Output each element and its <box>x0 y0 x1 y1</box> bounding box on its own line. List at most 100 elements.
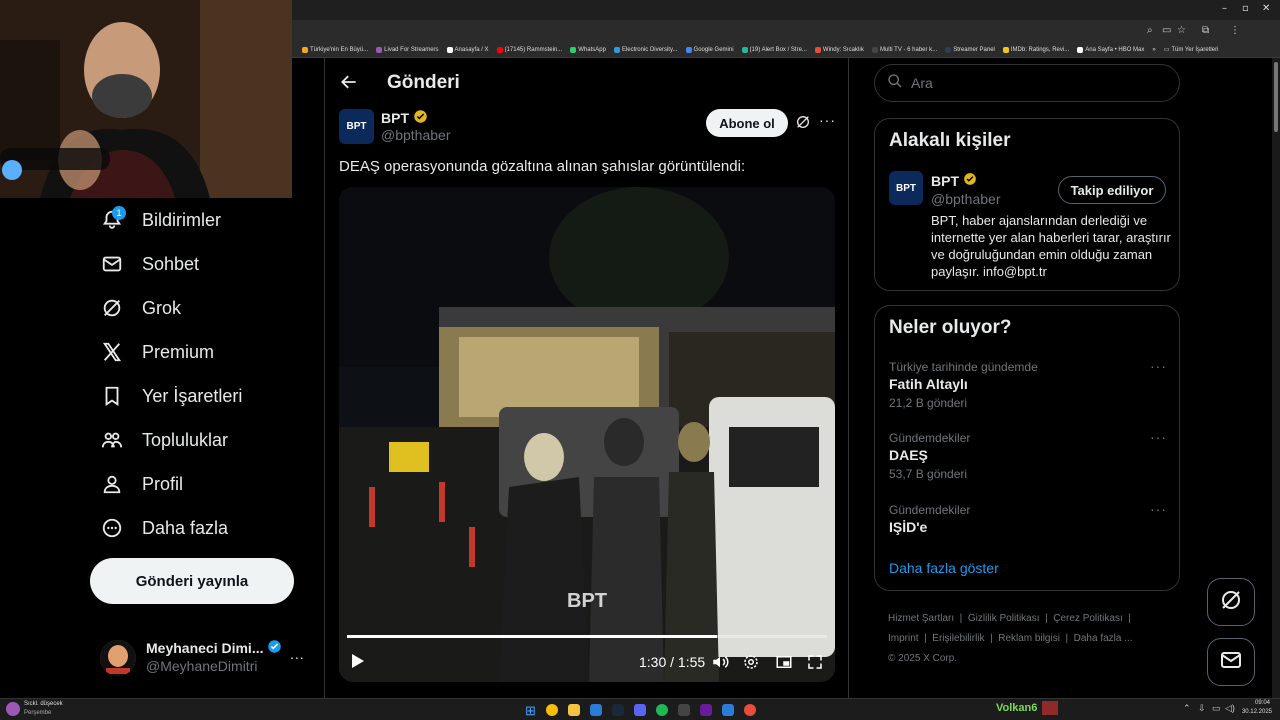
nav-item-communities[interactable]: Topluluklar <box>100 424 228 456</box>
bookmark-favicon <box>1077 46 1084 53</box>
nav-item-premium[interactable]: Premium <box>100 336 214 368</box>
footer-link[interactable]: Reklam bilgisi <box>998 633 1060 644</box>
app-icon[interactable] <box>700 704 712 716</box>
pip-icon[interactable] <box>775 653 793 676</box>
bookmark-item[interactable]: (17145) Rammstein... <box>496 46 562 53</box>
bookmark-item[interactable]: Multi TV - 6 haber k... <box>871 46 937 53</box>
account-switcher[interactable]: Meyhaneci Dimi... @MeyhaneDimitri ... <box>100 636 310 680</box>
bookmark-label: Ana Sayfa • HBO Max <box>1085 46 1145 53</box>
clock-date[interactable]: 30.12.2025 <box>1240 709 1272 715</box>
menu-icon[interactable]: ⋮ <box>1230 25 1240 36</box>
star-icon[interactable]: ☆ <box>1177 25 1186 36</box>
nav-item-grok[interactable]: Grok <box>100 292 181 324</box>
bookmark-item[interactable]: Electronic Diversity... <box>613 46 678 53</box>
windows-start-icon[interactable]: ⊞ <box>525 703 536 719</box>
spotify-icon[interactable] <box>656 704 668 716</box>
related-avatar[interactable]: BPT <box>889 171 923 205</box>
messages-fab-button[interactable] <box>1207 638 1255 686</box>
show-more-link[interactable]: Daha fazla göster <box>889 560 999 576</box>
video-progress-track[interactable] <box>347 635 827 638</box>
extensions-icon[interactable]: ⧉ <box>1202 25 1209 36</box>
fullscreen-icon[interactable] <box>806 653 824 676</box>
back-arrow-icon[interactable] <box>339 72 359 97</box>
author-name: BPT <box>381 110 409 126</box>
page-scrollbar[interactable] <box>1272 58 1280 698</box>
trend-more-icon[interactable]: ··· <box>1150 358 1167 374</box>
bookmarks-overflow[interactable]: » <box>1152 47 1155 53</box>
app-icon[interactable] <box>722 704 734 716</box>
search-box[interactable]: Ara <box>874 64 1180 102</box>
tray-icon[interactable]: ⇩ <box>1198 703 1206 714</box>
tray-chevron-icon[interactable]: ⌃ <box>1183 703 1191 714</box>
volume-icon[interactable] <box>711 653 729 676</box>
author-avatar[interactable]: BPT <box>339 109 374 144</box>
bookmark-item[interactable]: IMDb: Ratings, Revi... <box>1002 46 1069 53</box>
bookmark-item[interactable]: Google Gemini <box>685 46 734 53</box>
settings-gear-icon[interactable] <box>742 653 760 676</box>
subscribe-button[interactable]: Abone ol <box>706 109 788 137</box>
speaker-icon[interactable]: ◁) <box>1225 703 1235 714</box>
left-sidebar: 1 Bildirimler Sohbet Grok Premium Yer İş… <box>0 198 324 700</box>
trend-more-icon[interactable]: ··· <box>1150 429 1167 445</box>
bookmark-item[interactable]: (19) Alert Box / Stre... <box>741 46 807 53</box>
all-bookmarks-folder[interactable]: ▭ Tüm Yer İşaretleri <box>1163 46 1219 54</box>
chrome-icon[interactable] <box>546 704 558 716</box>
gold-verified-icon <box>413 109 428 127</box>
bookmark-label: WhatsApp <box>578 46 606 53</box>
bookmark-item[interactable]: Anasayfa / X <box>446 46 489 53</box>
discord-icon[interactable] <box>634 704 646 716</box>
play-icon[interactable] <box>351 653 365 674</box>
nav-item-profile[interactable]: Profil <box>100 468 183 500</box>
footer-link[interactable]: Çerez Politikası <box>1053 613 1122 624</box>
related-name-row[interactable]: BPT <box>931 172 977 189</box>
browser-title-bar: – ▫ ✕ <box>292 0 1280 20</box>
nav-item-bookmarks[interactable]: Yer İşaretleri <box>100 380 242 412</box>
nav-label: Grok <box>142 297 182 318</box>
nav-item-notifications[interactable]: 1 Bildirimler <box>100 204 221 236</box>
bookmark-item[interactable]: Windy: Sıcaklık <box>814 46 864 53</box>
mail-icon <box>100 252 124 276</box>
bookmark-item[interactable]: Livad For Streamers <box>376 46 439 53</box>
following-button[interactable]: Takip ediliyor <box>1058 176 1166 204</box>
post-more-icon[interactable]: ··· <box>819 112 836 128</box>
app-icon[interactable] <box>744 704 756 716</box>
video-time: 1:30 / 1:55 <box>639 654 706 670</box>
maximize-icon[interactable]: ▫ <box>1242 3 1249 14</box>
weather-text[interactable]: Sıckl. düşecek <box>24 701 63 707</box>
edge-icon[interactable] <box>590 704 602 716</box>
bookmark-favicon <box>1002 46 1009 53</box>
post-button[interactable]: Gönderi yayınla <box>90 558 294 604</box>
network-icon[interactable]: ▭ <box>1212 703 1221 714</box>
trend-item[interactable]: Gündemdekiler IŞİD'e ··· <box>875 499 1181 539</box>
trend-item[interactable]: Gündemdekiler DAEŞ 53,7 B gönderi ··· <box>875 427 1181 487</box>
author-name-row[interactable]: BPT <box>381 109 428 127</box>
clock-time[interactable]: 09:04 <box>1250 700 1270 706</box>
folder-icon: ▭ <box>1163 47 1170 53</box>
grok-fab-button[interactable] <box>1207 578 1255 626</box>
bookmark-item[interactable]: WhatsApp <box>570 46 606 53</box>
bookmark-item[interactable]: Ana Sayfa • HBO Max <box>1077 46 1145 53</box>
footer-link[interactable]: Hizmet Şartları <box>888 613 954 624</box>
cast-icon[interactable]: ▭ <box>1162 25 1171 36</box>
steam-icon[interactable] <box>612 704 624 716</box>
zoom-icon[interactable]: ⌕ <box>1147 25 1153 36</box>
minimize-icon[interactable]: – <box>1222 3 1227 14</box>
trend-item[interactable]: Türkiye tarihinde gündemde Fatih Altaylı… <box>875 356 1181 416</box>
trend-more-icon[interactable]: ··· <box>1150 501 1167 517</box>
nav-item-chat[interactable]: Sohbet <box>100 248 199 280</box>
bookmark-item[interactable]: Streamer Panel <box>945 46 995 53</box>
account-more-icon[interactable]: ... <box>290 646 305 662</box>
scrollbar-thumb[interactable] <box>1274 62 1278 132</box>
bookmark-item[interactable]: Türkiye'nin En Büyü... <box>302 46 368 53</box>
bookmark-favicon <box>871 46 878 53</box>
footer-link[interactable]: Erişilebilirlik <box>932 633 984 644</box>
footer-link[interactable]: Daha fazla ... <box>1074 633 1133 644</box>
video-player[interactable]: BPT 1:30 / 1:55 <box>339 187 835 682</box>
grok-icon[interactable] <box>795 114 811 135</box>
file-explorer-icon[interactable] <box>568 704 580 716</box>
footer-link[interactable]: Gizlilik Politikası <box>968 613 1040 624</box>
footer-link[interactable]: Imprint <box>888 633 919 644</box>
close-icon[interactable]: ✕ <box>1262 3 1270 14</box>
nav-item-more[interactable]: Daha fazla <box>100 512 228 544</box>
app-icon[interactable] <box>678 704 690 716</box>
